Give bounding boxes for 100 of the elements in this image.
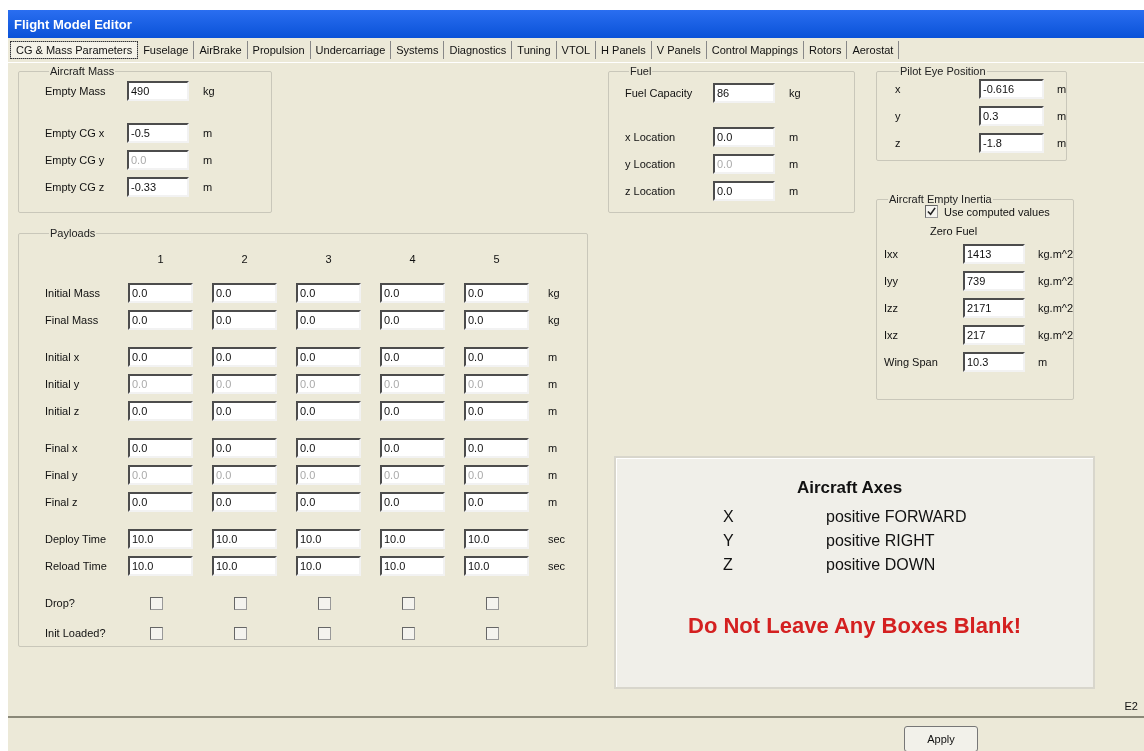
text-field[interactable]: 0.0 [464,401,529,421]
text-field[interactable]: -0.5 [127,123,189,143]
text-field[interactable]: 0.0 [212,401,277,421]
text-field[interactable]: -1.8 [979,133,1044,153]
checkbox[interactable] [234,626,247,640]
field-label: z [895,137,902,149]
text-field[interactable]: 1413 [963,244,1025,264]
text-field[interactable]: 10.0 [380,556,445,576]
row-label: Reload Time [45,560,108,572]
tab[interactable]: Aerostat [847,41,900,59]
text-field[interactable]: 0.0 [380,310,445,330]
group-title: Aircraft Mass [49,65,116,77]
checkbox[interactable] [486,596,499,610]
checkbox[interactable] [150,596,163,610]
text-field[interactable]: 0.0 [713,127,775,147]
checkbox[interactable] [150,626,163,640]
field-label: x [895,83,902,95]
tab[interactable]: Rotors [804,41,848,59]
text-field[interactable]: 10.3 [963,352,1025,372]
checkbox[interactable] [318,596,331,610]
text-field[interactable]: 0.0 [212,310,277,330]
checkbox[interactable] [234,596,247,610]
row-label: Final Mass [45,314,100,326]
text-field[interactable]: 490 [127,81,189,101]
text-field[interactable]: 0.0 [296,438,361,458]
text-field[interactable]: 0.0 [212,492,277,512]
text-field[interactable]: 0.3 [979,106,1044,126]
tab[interactable]: CG & Mass Parameters [10,41,139,59]
row-label: Final y [45,469,79,481]
unit-label: m [1038,356,1048,368]
text-field[interactable]: 0.0 [128,438,193,458]
text-field[interactable]: 0.0 [212,283,277,303]
tab[interactable]: Propulsion [247,41,311,59]
tab[interactable]: VTOL [556,41,597,59]
checkbox[interactable] [402,626,415,640]
tab[interactable]: Tuning [512,41,557,59]
text-field[interactable]: 0.0 [380,401,445,421]
text-field[interactable]: 0.0 [296,492,361,512]
text-field[interactable]: 86 [713,83,775,103]
text-field[interactable]: 10.0 [212,529,277,549]
checkbox[interactable] [402,596,415,610]
text-field[interactable]: 10.0 [128,556,193,576]
unit-label: m [203,127,213,139]
checkbox[interactable] [925,205,938,218]
group-title: Fuel [629,65,653,77]
apply-button[interactable]: Apply [904,726,978,751]
text-field[interactable]: 0.0 [128,283,193,303]
text-field[interactable]: 0.0 [380,492,445,512]
text-field[interactable]: 0.0 [464,347,529,367]
tab[interactable]: Fuselage [138,41,195,59]
text-field[interactable]: 739 [963,271,1025,291]
tab[interactable]: Systems [391,41,445,59]
text-field[interactable]: 0.0 [128,401,193,421]
text-field[interactable]: 0.0 [464,283,529,303]
text-field[interactable]: 0.0 [464,438,529,458]
text-field[interactable]: 2171 [963,298,1025,318]
tab[interactable]: AirBrake [194,41,248,59]
unit-label: sec [548,533,566,545]
text-field[interactable]: 217 [963,325,1025,345]
unit-label: kg [548,314,560,326]
text-field[interactable]: 0.0 [296,347,361,367]
tab[interactable]: V Panels [651,41,707,59]
column-header: 4 [409,253,416,265]
text-field[interactable]: 0.0 [380,347,445,367]
tab[interactable]: Control Mappings [706,41,804,59]
text-field[interactable]: 0.0 [713,181,775,201]
unit-label: m [203,154,213,166]
text-field[interactable]: 0.0 [380,438,445,458]
text-field[interactable]: 10.0 [380,529,445,549]
text-field[interactable]: 0.0 [128,492,193,512]
text-field[interactable]: 0.0 [296,310,361,330]
text-field[interactable]: 10.0 [296,556,361,576]
text-field[interactable]: 10.0 [464,556,529,576]
text-field[interactable]: 10.0 [296,529,361,549]
column-header: 1 [157,253,164,265]
tab[interactable]: Undercarriage [310,41,392,59]
text-field[interactable]: 10.0 [212,556,277,576]
unit-label: kg [548,287,560,299]
unit-label: m [548,351,558,363]
text-field[interactable]: 0.0 [128,310,193,330]
unit-label: m [1057,137,1067,149]
tab[interactable]: H Panels [596,41,652,59]
text-field[interactable]: 0.0 [464,310,529,330]
text-field[interactable]: 0.0 [380,283,445,303]
text-field[interactable]: 10.0 [128,529,193,549]
text-field[interactable]: -0.616 [979,79,1044,99]
text-field[interactable]: 0.0 [212,347,277,367]
text-field[interactable]: 10.0 [464,529,529,549]
checkbox[interactable] [318,626,331,640]
text-field[interactable]: 0.0 [464,492,529,512]
tab[interactable]: Diagnostics [444,41,513,59]
checkbox[interactable] [486,626,499,640]
text-field[interactable]: -0.33 [127,177,189,197]
text-field[interactable]: 0.0 [212,438,277,458]
text-field[interactable]: 0.0 [296,401,361,421]
field-label: y [895,110,902,122]
text-field[interactable]: 0.0 [128,347,193,367]
unit-label: m [548,378,558,390]
unit-label: m [548,442,558,454]
text-field[interactable]: 0.0 [296,283,361,303]
